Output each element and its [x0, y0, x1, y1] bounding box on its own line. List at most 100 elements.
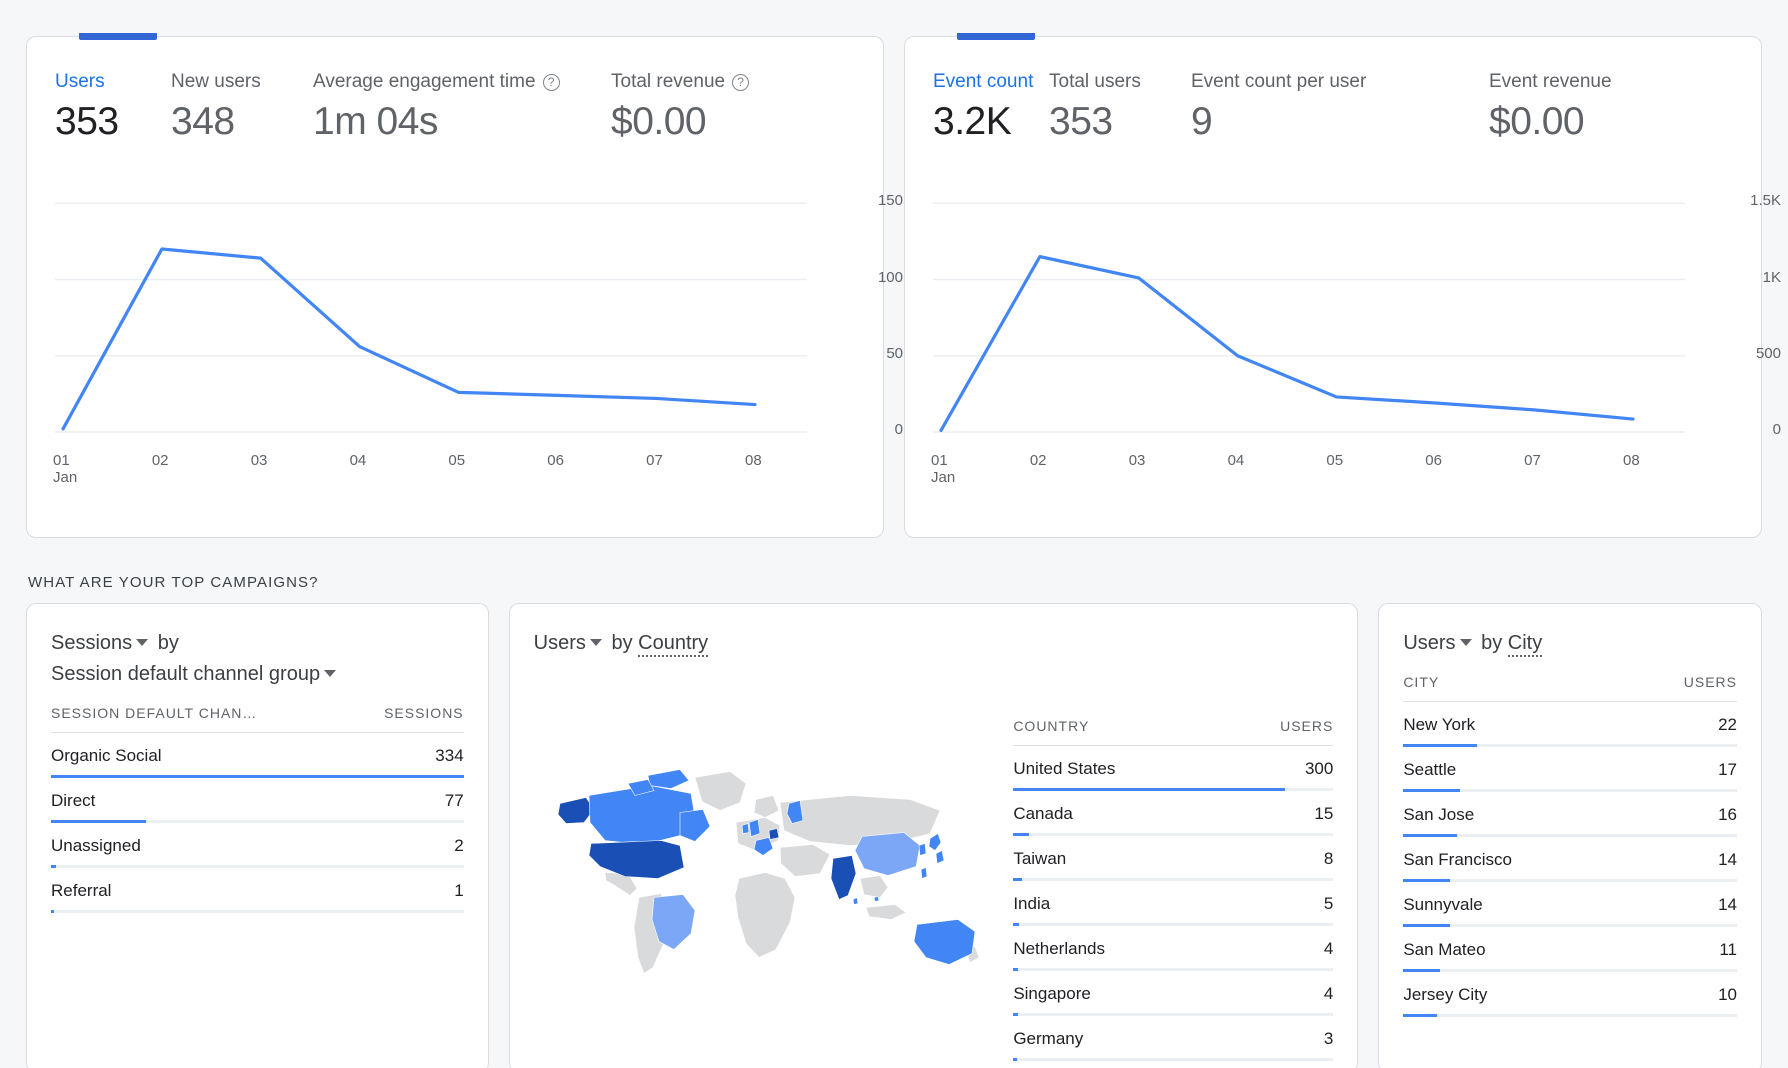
map-region-active[interactable] — [753, 837, 774, 856]
city-panel: Users by City CITY USERS New York 22 Sea… — [1378, 603, 1762, 1068]
users-chart-x-axis: 01 Jan 02 03 04 05 06 07 08 — [53, 452, 807, 498]
table-row[interactable]: Canada 15 — [1013, 791, 1334, 836]
world-map-chart[interactable] — [530, 700, 1000, 1030]
chevron-down-icon[interactable] — [324, 670, 337, 678]
row-value: 5 — [1323, 894, 1334, 913]
y-tick-label: 0 — [894, 421, 903, 438]
table-header: CITY USERS — [1403, 674, 1737, 702]
table-row[interactable]: Sunnyvale 14 — [1403, 882, 1737, 927]
table-row[interactable]: Unassigned 2 — [51, 823, 464, 868]
row-value: 3 — [1323, 1029, 1334, 1048]
events-chart-x-axis: 01 Jan 02 03 04 05 06 07 08 — [931, 452, 1685, 498]
map-region-active[interactable] — [748, 819, 760, 837]
map-region-active[interactable] — [913, 919, 975, 965]
chevron-down-icon[interactable] — [136, 639, 149, 647]
row-bar-track — [1013, 1058, 1334, 1061]
metric-total-revenue[interactable]: Total revenue ? $0.00 — [611, 71, 851, 144]
metric-users[interactable]: Users 353 — [55, 71, 171, 144]
x-tick-label: 08 — [745, 452, 762, 469]
table-row[interactable]: Referral 1 — [51, 868, 464, 913]
map-region-inactive — [694, 771, 747, 811]
row-label: Direct — [51, 791, 96, 810]
metric-avg-engagement-time-value: 1m 04s — [313, 100, 438, 143]
x-tick-label: 08 — [1623, 452, 1640, 469]
row-value: 15 — [1314, 804, 1334, 823]
row-label: San Francisco — [1403, 850, 1512, 869]
table-row[interactable]: Organic Social 334 — [51, 733, 464, 778]
map-region-inactive — [865, 904, 907, 920]
table-row[interactable]: Taiwan 8 — [1013, 836, 1334, 881]
x-tick-label: 02 — [151, 452, 169, 469]
y-tick-label: 50 — [886, 344, 903, 362]
column-header-dimension: CITY — [1403, 674, 1440, 690]
x-tick-label: 06 — [1425, 452, 1442, 469]
y-tick-label: 500 — [1755, 344, 1781, 362]
country-table-wrap: COUNTRY USERS United States 300 Canada 1… — [1013, 700, 1334, 1061]
map-region-active[interactable] — [935, 850, 944, 864]
map-region-active[interactable] — [557, 797, 595, 824]
x-tick-label: 01 Jan — [53, 452, 78, 486]
metric-event-count[interactable]: Event count 3.2K — [933, 71, 1049, 144]
table-row[interactable]: San Jose 16 — [1403, 792, 1737, 837]
city-dimension-select[interactable]: City — [1507, 632, 1543, 657]
y-tick-label: 150 — [877, 192, 903, 210]
table-row[interactable]: Germany 3 — [1013, 1016, 1334, 1061]
table-row[interactable]: Jersey City 10 — [1403, 972, 1737, 1017]
table-row[interactable]: Singapore 4 — [1013, 971, 1334, 1016]
events-overview-card: Event count 3.2K Total users 353 Event c… — [904, 33, 1781, 538]
map-region-active[interactable] — [647, 769, 690, 789]
map-region-active[interactable] — [830, 855, 856, 900]
map-region-active[interactable] — [873, 896, 880, 902]
events-line-chart: 1.5K 1K 500 0 — [933, 180, 1781, 450]
row-value: 11 — [1719, 940, 1737, 959]
map-region-active[interactable] — [928, 833, 941, 851]
table-row[interactable]: India 5 — [1013, 881, 1334, 926]
chevron-down-icon[interactable] — [589, 639, 602, 647]
table-row[interactable]: San Francisco 14 — [1403, 837, 1737, 882]
map-region-active[interactable] — [920, 867, 927, 879]
y-tick-label: 100 — [877, 268, 903, 286]
channel-dimension-select[interactable]: Session default channel group — [51, 663, 320, 685]
table-row[interactable]: Seattle 17 — [1403, 747, 1737, 792]
card-tab-indicator — [957, 33, 1035, 40]
metric-new-users[interactable]: New users 348 — [171, 71, 313, 144]
map-region-active[interactable] — [768, 828, 780, 840]
map-region-active[interactable] — [741, 823, 749, 834]
metric-avg-engagement-time[interactable]: Average engagement time ? 1m 04s — [313, 71, 611, 144]
country-dimension-select[interactable]: Country — [638, 632, 709, 657]
channel-panel-header: Sessions by — [51, 630, 464, 656]
map-region-active[interactable] — [679, 809, 711, 842]
table-row[interactable]: Netherlands 4 — [1013, 926, 1334, 971]
table-row[interactable]: New York 22 — [1403, 702, 1737, 747]
help-icon[interactable]: ? — [542, 73, 560, 91]
table-row[interactable]: United States 300 — [1013, 746, 1334, 791]
x-tick-label: 04 — [349, 452, 367, 469]
metric-event-count-per-user[interactable]: Event count per user 9 — [1191, 71, 1489, 144]
card-tab-indicator — [79, 33, 157, 40]
map-region-active[interactable] — [852, 897, 858, 905]
country-by-label: by — [611, 632, 633, 654]
map-region-active[interactable] — [588, 785, 695, 845]
channel-metric-select[interactable]: Sessions — [51, 632, 132, 654]
column-header-metric: USERS — [1280, 718, 1334, 734]
table-row[interactable]: San Mateo 11 — [1403, 927, 1737, 972]
column-header-metric: USERS — [1683, 674, 1737, 690]
row-label: New York — [1403, 715, 1476, 734]
row-label: Netherlands — [1013, 939, 1105, 958]
metric-event-revenue[interactable]: Event revenue $0.00 — [1489, 71, 1729, 144]
country-metric-select[interactable]: Users — [534, 632, 586, 654]
table-row[interactable]: Direct 77 — [51, 778, 464, 823]
map-region-active[interactable] — [588, 840, 684, 879]
analytics-dashboard: Users 353 New users 348 Average engageme… — [0, 0, 1788, 1068]
help-icon[interactable]: ? — [732, 73, 750, 91]
map-region-active[interactable] — [918, 843, 926, 856]
chevron-down-icon[interactable] — [1459, 639, 1472, 647]
events-chart-svg — [933, 202, 1685, 433]
row-value: 334 — [435, 746, 464, 765]
map-region-active[interactable] — [854, 832, 920, 876]
row-label: Jersey City — [1403, 985, 1488, 1004]
section-title-top-campaigns: WHAT ARE YOUR TOP CAMPAIGNS? — [28, 574, 319, 591]
row-label: Seattle — [1403, 760, 1457, 779]
city-metric-select[interactable]: Users — [1403, 632, 1455, 654]
metric-total-users[interactable]: Total users 353 — [1049, 71, 1191, 144]
